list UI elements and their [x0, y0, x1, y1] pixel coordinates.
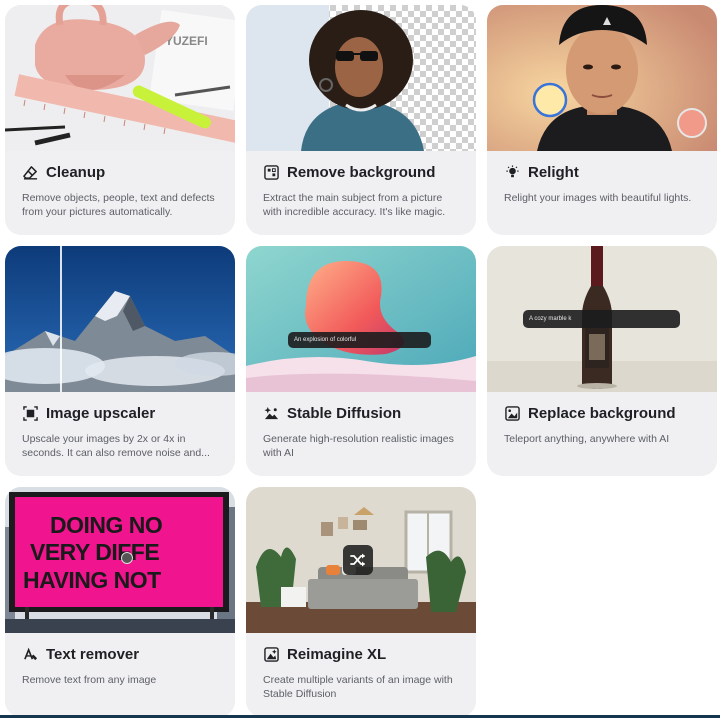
card-title: Remove background	[287, 164, 436, 181]
shuffle-button[interactable]	[343, 545, 373, 575]
tool-card-remove-background[interactable]: Remove background Extract the main subje…	[246, 5, 476, 235]
eraser-cursor[interactable]	[121, 552, 133, 564]
prompt-input[interactable]: An explosion of colorful	[288, 332, 431, 348]
compare-slider-line[interactable]	[60, 246, 62, 392]
lightbulb-icon	[504, 165, 520, 181]
replace-background-thumbnail: A cozy marble k	[487, 246, 717, 392]
relight-thumbnail	[487, 5, 717, 151]
image-sparkle-icon	[263, 406, 279, 422]
background-remove-icon	[263, 165, 279, 181]
prompt-text: A cozy marble k	[529, 316, 572, 322]
card-description: Remove objects, people, text and defects…	[22, 192, 215, 218]
billboard-line-2: VERY DIFFE	[30, 539, 160, 565]
card-title: Stable Diffusion	[287, 405, 402, 422]
billboard-line-1: DOING NO	[50, 512, 163, 538]
card-header: Text remover	[22, 646, 139, 663]
card-header: Remove background	[263, 164, 435, 181]
prompt-input[interactable]: A cozy marble k	[523, 310, 680, 328]
tool-card-text-remover[interactable]: DOING NO VERY DIFFE HAVING NOT Text remo…	[5, 487, 235, 717]
card-title: Replace background	[528, 405, 676, 422]
text-erase-icon	[22, 647, 38, 663]
card-title: Image upscaler	[46, 405, 156, 422]
card-description: Generate high-resolution realistic image…	[263, 433, 454, 459]
card-header: Image upscaler	[22, 405, 155, 422]
tool-card-stable-diffusion[interactable]: An explosion of colorful Stable Diffusio…	[246, 246, 476, 476]
card-title: Text remover	[46, 646, 140, 663]
card-header: Stable Diffusion	[263, 405, 401, 422]
tool-card-cleanup[interactable]: YUZEFI Cleanup Remove objects, people, t…	[5, 5, 235, 235]
card-description: Remove text from any image	[22, 674, 157, 686]
card-header: Relight	[504, 164, 579, 181]
prompt-text: An explosion of colorful	[294, 337, 357, 343]
tools-grid: YUZEFI Cleanup Remove objects, people, t…	[0, 0, 720, 718]
card-title: Reimagine XL	[287, 646, 387, 663]
reimagine-xl-thumbnail	[246, 487, 476, 633]
card-title: Cleanup	[46, 164, 106, 181]
image-upscaler-thumbnail	[5, 246, 235, 392]
card-title: Relight	[528, 164, 579, 181]
shuffle-icon	[350, 553, 365, 567]
card-header: Cleanup	[22, 164, 105, 181]
eraser-icon	[22, 165, 38, 181]
billboard-line-3: HAVING NOT	[23, 567, 161, 593]
card-description: Relight your images with beautiful light…	[504, 192, 692, 204]
tool-card-image-upscaler[interactable]: Image upscaler Upscale your images by 2x…	[5, 246, 235, 476]
image-variants-icon	[263, 647, 279, 663]
remove-background-thumbnail	[246, 5, 476, 151]
card-description: Teleport anything, anywhere with AI	[504, 433, 670, 445]
upscale-icon	[22, 406, 38, 422]
text-remover-thumbnail: DOING NO VERY DIFFE HAVING NOT	[5, 487, 235, 633]
tool-card-reimagine-xl[interactable]: Reimagine XL Create multiple variants of…	[246, 487, 476, 717]
card-description: Upscale your images by 2x or 4x in secon…	[22, 433, 210, 459]
card-description: Extract the main subject from a picture …	[263, 192, 446, 218]
card-description: Create multiple variants of an image wit…	[263, 674, 453, 700]
tool-card-relight[interactable]: Relight Relight your images with beautif…	[487, 5, 717, 235]
image-replace-icon	[504, 406, 520, 422]
card-header: Replace background	[504, 405, 676, 422]
cleanup-thumbnail: YUZEFI	[5, 5, 235, 151]
tool-card-replace-background[interactable]: A cozy marble k Replace background Telep…	[487, 246, 717, 476]
stable-diffusion-thumbnail: An explosion of colorful	[246, 246, 476, 392]
card-header: Reimagine XL	[263, 646, 386, 663]
